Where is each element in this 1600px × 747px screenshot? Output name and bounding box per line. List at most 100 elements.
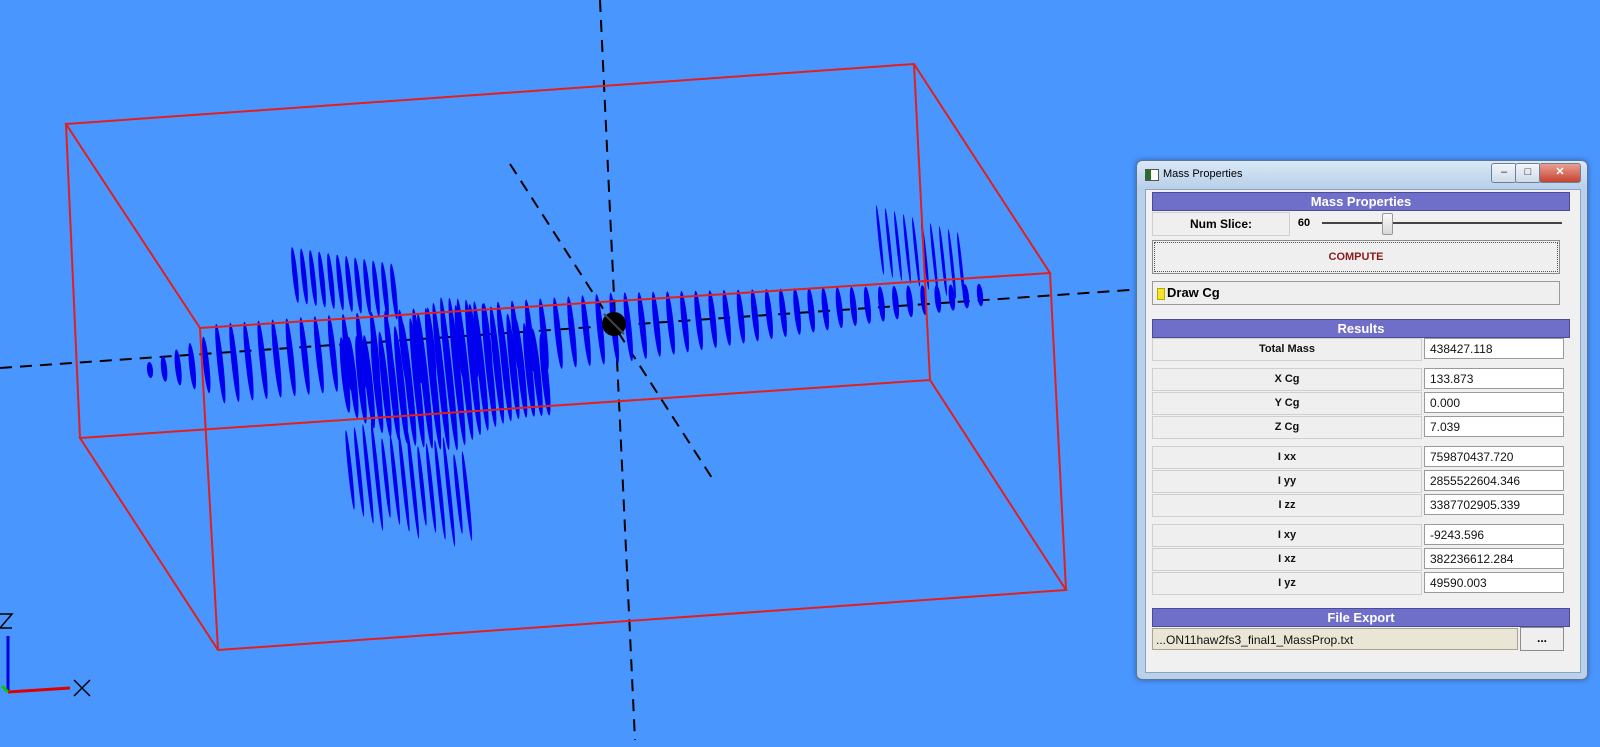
fuselage-slice (849, 286, 858, 326)
tail-slice (930, 223, 938, 293)
lower-wing-slice (345, 430, 355, 510)
tail-slice (885, 208, 893, 278)
fuselage-slice (835, 287, 843, 329)
x-cg-label: X Cg (1152, 368, 1422, 391)
maximize-button[interactable]: □ (1515, 163, 1541, 183)
ixx-label: I xx (1152, 446, 1422, 469)
axis-vertical (599, 0, 636, 741)
mass-properties-header: Mass Properties (1152, 192, 1570, 211)
triad-x-axis (7, 686, 71, 694)
iyy-value[interactable]: 2855522604.346 (1424, 470, 1564, 491)
upper-wing-slice (327, 253, 335, 309)
minimize-button[interactable]: – (1491, 163, 1517, 183)
fuselage-slice (146, 362, 154, 378)
bounding-box-bottom-face (78, 378, 1068, 652)
total-mass-label: Total Mass (1152, 338, 1422, 361)
ixy-value[interactable]: -9243.596 (1424, 524, 1564, 545)
file-path-field[interactable]: ...ON11haw2fs3_final1_MassProp.txt (1152, 628, 1518, 650)
izz-label: I zz (1152, 494, 1422, 517)
fuselage-slice (257, 320, 268, 400)
fuselage-slice (906, 285, 914, 318)
z-cg-label: Z Cg (1152, 416, 1422, 439)
upper-wing-slice (363, 259, 371, 315)
fuselage-slice (327, 315, 338, 392)
upper-wing-slice (345, 256, 353, 312)
tail-slice (894, 211, 902, 281)
triad-x-label (73, 679, 91, 697)
iyz-label: I yz (1152, 572, 1422, 595)
fuselage-slice (581, 295, 591, 366)
upper-wing-slice (336, 254, 344, 311)
fuselage-slice (892, 285, 900, 320)
izz-value[interactable]: 3387702905.339 (1424, 494, 1564, 515)
axis-horizontal (0, 289, 1131, 369)
fuselage-slice (553, 297, 563, 369)
draw-cg-label: Draw Cg (1167, 285, 1220, 300)
y-cg-label: Y Cg (1152, 392, 1422, 415)
tail-slice (903, 214, 911, 284)
axis-triad (0, 613, 91, 697)
iyz-value[interactable]: 49590.003 (1424, 572, 1564, 593)
fuselage-slice (313, 316, 324, 394)
ixz-value[interactable]: 382236612.284 (1424, 548, 1564, 569)
fuselage-slice (878, 286, 886, 322)
upper-wing-slice (354, 257, 362, 314)
ixx-value[interactable]: 759870437.720 (1424, 446, 1564, 467)
mass-properties-window: Mass Properties – □ ✕ Mass Properties Nu… (1136, 160, 1588, 680)
fuselage-slice (637, 292, 647, 359)
axes (0, 0, 1131, 741)
upper-wing-slice (291, 247, 299, 303)
ixy-label: I xy (1152, 524, 1422, 547)
fuselage-slice (229, 322, 240, 402)
iyy-label: I yy (1152, 470, 1422, 493)
ixz-label: I xz (1152, 548, 1422, 571)
cg-marker (602, 312, 626, 336)
y-cg-value[interactable]: 0.000 (1424, 392, 1564, 413)
tail-slice (912, 217, 920, 287)
fuselage-slice (285, 318, 296, 397)
fuselage-slice (215, 323, 226, 404)
fuselage-slice (299, 317, 310, 395)
fuselage-slice (651, 291, 661, 357)
upper-wing-slice (381, 262, 389, 318)
close-button[interactable]: ✕ (1539, 163, 1581, 183)
mass-slices (146, 205, 984, 547)
tail-slice (876, 205, 884, 275)
upper-wing-slice (300, 248, 308, 305)
bounding-box-top-face (64, 62, 1052, 330)
browse-button[interactable]: ... (1520, 627, 1564, 651)
bounding-box (64, 62, 1068, 652)
z-cg-value[interactable]: 7.039 (1424, 416, 1564, 437)
draw-cg-toggle[interactable]: Draw Cg (1152, 281, 1560, 305)
fuselage-slice (976, 283, 984, 307)
upper-wing-slice (372, 260, 380, 317)
tail-slice (957, 232, 965, 302)
fuselage-slice (188, 343, 197, 390)
fuselage-slice (243, 321, 254, 401)
x-cg-value[interactable]: 133.873 (1424, 368, 1564, 389)
app-icon (1145, 169, 1159, 181)
num-slice-slider[interactable] (1322, 222, 1562, 224)
num-slice-slider-thumb[interactable] (1382, 213, 1393, 235)
fuselage-slice (863, 286, 872, 324)
upper-wing-slice (318, 251, 326, 308)
num-slice-label: Num Slice: (1152, 212, 1290, 236)
compute-button[interactable]: COMPUTE (1152, 240, 1560, 274)
results-header: Results (1152, 319, 1570, 338)
tail-slice (939, 226, 947, 296)
window-client-area: Mass Properties Num Slice: 60 COMPUTE Dr… (1145, 189, 1581, 673)
window-title: Mass Properties (1163, 168, 1243, 180)
upper-wing-slice (309, 250, 317, 306)
fuselage-slice (765, 288, 773, 340)
file-export-header: File Export (1152, 608, 1570, 627)
window-titlebar[interactable]: Mass Properties – □ ✕ (1137, 161, 1587, 189)
fuselage-slice (821, 287, 829, 331)
fuselage-slice (160, 355, 168, 382)
upper-wing-slice (390, 263, 398, 320)
draw-cg-indicator (1157, 288, 1165, 300)
num-slice-value: 60 (1297, 217, 1311, 229)
fuselage-slice (793, 288, 801, 335)
total-mass-value[interactable]: 438427.118 (1424, 338, 1564, 359)
fuselage-slice (271, 319, 282, 398)
fuselage-slice (807, 287, 815, 333)
